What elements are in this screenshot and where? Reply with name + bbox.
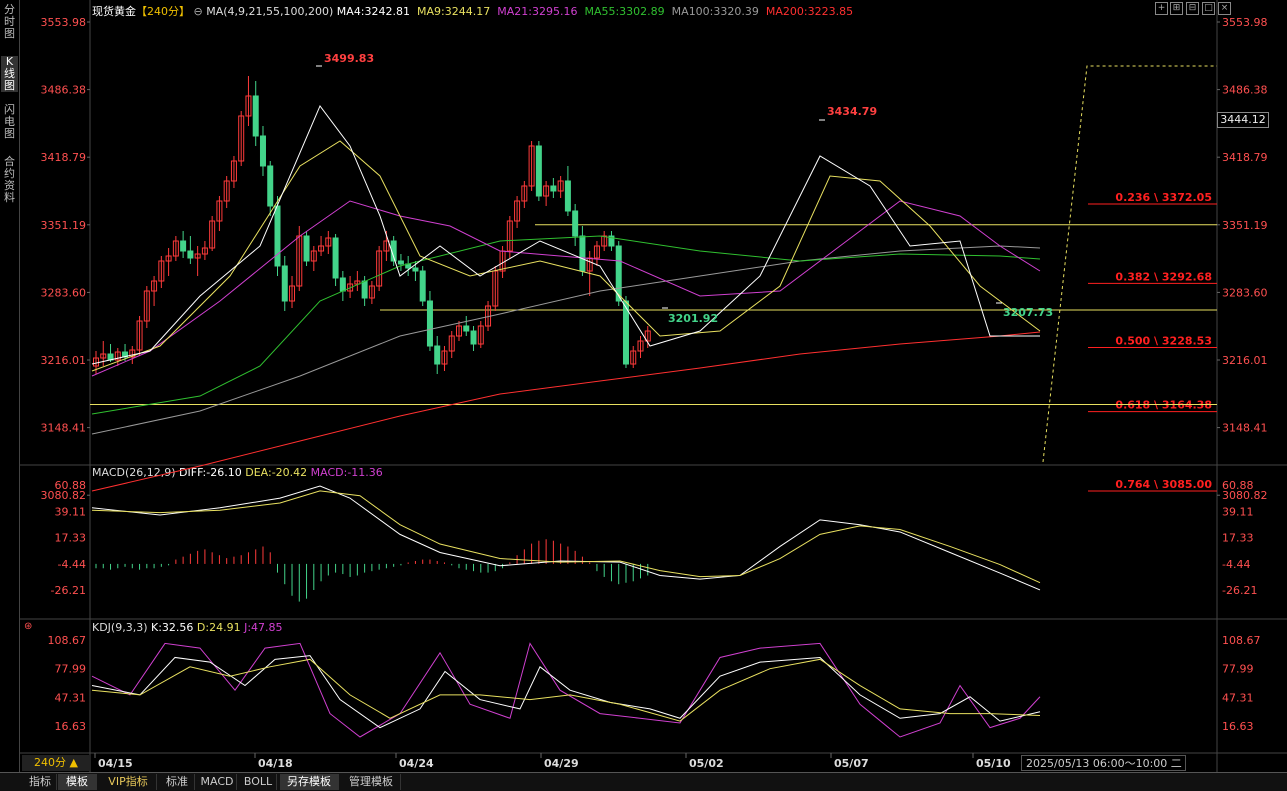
date-axis-label: 05/10 <box>976 757 1011 770</box>
candle-down <box>412 267 419 272</box>
candle-down <box>267 165 274 207</box>
candle-down <box>550 185 557 192</box>
price-axis-label-left: 3418.79 <box>41 151 87 164</box>
kdj-axis-label-right: 16.63 <box>1222 720 1254 733</box>
kdj-axis-label-left: 77.99 <box>55 663 87 676</box>
price-axis-label-right: 3418.79 <box>1222 151 1268 164</box>
current-price-tag: 3444.12 <box>1217 112 1269 128</box>
ma55-line <box>91 235 1041 415</box>
kdj-k-line <box>91 655 1041 729</box>
candle-down <box>434 345 441 365</box>
fib-level-label: 0.618 \ 3164.38 <box>1115 399 1212 412</box>
candle-down <box>564 180 571 212</box>
tab-manage-template[interactable]: 管理模板 <box>342 774 401 790</box>
low-annotation-1: 3201.92 <box>668 312 718 325</box>
candle-down <box>535 145 542 197</box>
kdj-axis-label-left: 108.67 <box>48 634 87 647</box>
candle-down <box>303 235 310 262</box>
candle-down <box>579 235 586 272</box>
price-axis-label-right: 3351.19 <box>1222 219 1268 232</box>
macd-diff-line <box>91 485 1041 591</box>
price-axis-label-left: 3148.41 <box>41 422 87 435</box>
macd-dea-line <box>91 490 1041 584</box>
macd-axis-label-right: -4.44 <box>1222 558 1250 571</box>
fib-level-label: 0.500 \ 3228.53 <box>1115 334 1212 347</box>
candle-down <box>274 205 281 267</box>
candle-down <box>252 95 259 137</box>
candle-down <box>572 210 579 237</box>
tab-macd[interactable]: MACD <box>198 774 237 790</box>
date-axis-label: 05/02 <box>689 757 724 770</box>
kdj-axis-label-right: 47.31 <box>1222 691 1254 704</box>
time-tooltip: 2025/05/13 06:00～10:00 二 <box>1021 755 1186 771</box>
bottom-toolbar: 指标 模板 VIP指标 标准 MACD BOLL 另存模板 管理模板 <box>0 772 1287 791</box>
tab-template[interactable]: 模板 <box>58 774 97 790</box>
ma100-line <box>91 245 1041 435</box>
candle-down <box>281 265 288 302</box>
candle-down <box>397 260 404 265</box>
price-axis-label-left: 3351.19 <box>41 219 87 232</box>
price-axis-label-right: 3486.38 <box>1222 84 1268 97</box>
tab-standard[interactable]: 标准 <box>160 774 195 790</box>
tab-boll[interactable]: BOLL <box>240 774 277 790</box>
macd-axis-label-left: 17.33 <box>55 532 87 545</box>
fib-level-label: 0.382 \ 3292.68 <box>1115 270 1212 283</box>
candle-down <box>339 277 346 292</box>
price-axis-label-left: 3283.60 <box>41 286 87 299</box>
candle-down <box>259 135 266 167</box>
candle-down <box>426 300 433 347</box>
macd-axis-label-right: 60.88 <box>1222 479 1254 492</box>
kdj-axis-label-left: 16.63 <box>55 720 87 733</box>
candle-down <box>180 240 187 252</box>
high-annotation-2: 3434.79 <box>827 105 877 118</box>
date-axis-label: 04/29 <box>544 757 579 770</box>
macd-axis-label-left: -4.44 <box>58 558 86 571</box>
period-selector[interactable]: 240分 ▲ <box>22 755 90 771</box>
date-axis-label: 05/07 <box>834 757 869 770</box>
kdj-axis-label-left: 47.31 <box>55 691 87 704</box>
tab-vip-indicators[interactable]: VIP指标 <box>100 774 157 790</box>
tab-save-template[interactable]: 另存模板 <box>280 774 339 790</box>
candle-down <box>332 237 339 279</box>
kdj-j-line <box>91 642 1041 738</box>
kdj-d-line <box>91 658 1041 722</box>
low-annotation-2: 3207.73 <box>1003 306 1053 319</box>
ma4-line <box>91 104 1040 365</box>
candle-down <box>470 330 477 345</box>
macd-axis-label-right: -26.21 <box>1222 584 1257 597</box>
macd-axis-label-left: -26.21 <box>51 584 86 597</box>
candle-down <box>419 270 426 302</box>
candle-down <box>187 250 194 259</box>
macd-axis-label-right: 17.33 <box>1222 532 1254 545</box>
price-axis-label-left: 3486.38 <box>41 84 87 97</box>
ma200-line <box>91 331 1041 492</box>
price-axis-label-right: 3553.98 <box>1222 16 1268 29</box>
candle-down <box>463 325 470 332</box>
fib-level-label: 0.764 \ 3085.00 <box>1115 478 1212 491</box>
price-axis-label-left: 3216.01 <box>41 354 87 367</box>
fib-level-label: 0.236 \ 3372.05 <box>1115 191 1212 204</box>
price-axis-label-right: 3148.41 <box>1222 422 1268 435</box>
date-axis-label: 04/18 <box>258 757 293 770</box>
tab-indicators[interactable]: 指标 <box>24 774 57 790</box>
chart-canvas[interactable]: 3553.98 3553.98 3486.38 3486.38 3418.79 3418.… <box>0 0 1287 772</box>
date-axis-label: 04/15 <box>98 757 133 770</box>
macd-axis-label-left: 60.88 <box>55 479 87 492</box>
price-axis-label-right: 3283.60 <box>1222 286 1268 299</box>
date-axis-label: 04/24 <box>399 757 434 770</box>
macd-axis-label-right: 39.11 <box>1222 505 1254 518</box>
high-annotation-1: 3499.83 <box>324 52 374 65</box>
candle-down <box>361 280 368 299</box>
price-axis-label-right: 3216.01 <box>1222 354 1268 367</box>
macd-axis-label-left: 39.11 <box>55 505 87 518</box>
price-axis-label-left: 3553.98 <box>41 16 87 29</box>
kdj-axis-label-right: 108.67 <box>1222 634 1261 647</box>
kdj-axis-label-right: 77.99 <box>1222 663 1254 676</box>
